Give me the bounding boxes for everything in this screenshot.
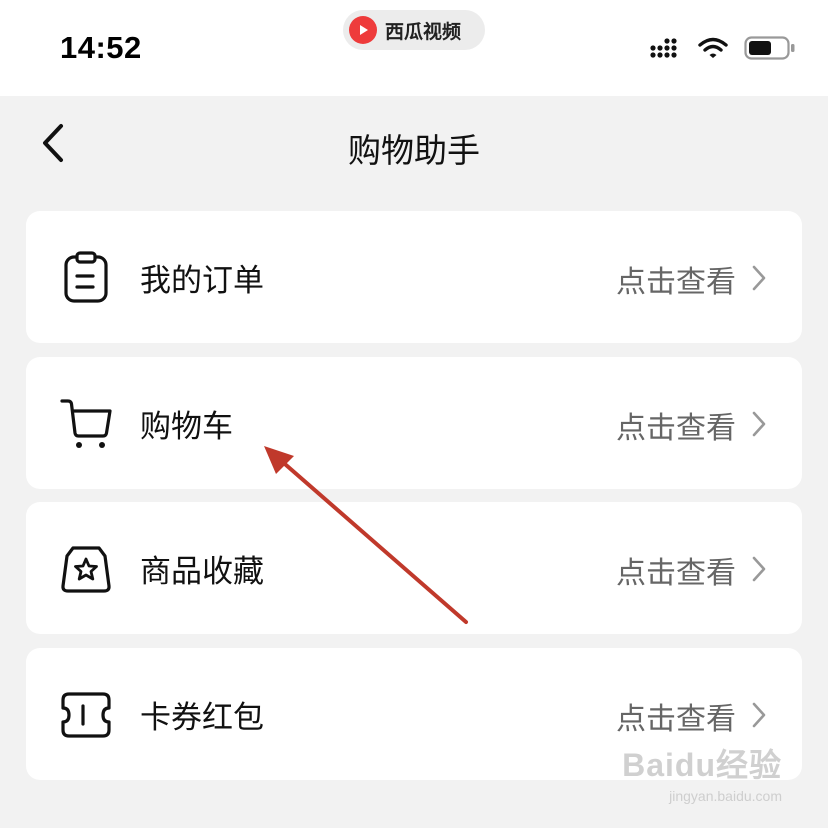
order-clipboard-icon bbox=[59, 251, 113, 305]
watermark-url: jingyan.baidu.com bbox=[669, 788, 782, 804]
watermark-main: Baidu经验 bbox=[622, 747, 782, 783]
app-name: 西瓜视频 bbox=[385, 20, 462, 43]
chevron-right-icon bbox=[752, 702, 766, 728]
xigua-logo-icon bbox=[349, 16, 377, 44]
chevron-right-icon bbox=[752, 556, 766, 582]
menu-item-cart[interactable]: 购物车 点击查看 bbox=[26, 357, 802, 489]
view-link[interactable]: 点击查看 bbox=[616, 548, 736, 592]
navigation-bar: 购物助手 bbox=[0, 96, 828, 196]
wifi-icon bbox=[698, 37, 728, 63]
menu-item-label: 我的订单 bbox=[140, 263, 264, 299]
menu-item-label: 商品收藏 bbox=[140, 554, 264, 590]
shopping-cart-icon bbox=[59, 397, 113, 451]
star-bag-icon bbox=[59, 542, 113, 596]
menu-item-orders[interactable]: 我的订单 点击查看 bbox=[26, 211, 802, 343]
menu-item-label: 卡券红包 bbox=[140, 700, 264, 736]
page-title: 购物助手 bbox=[348, 131, 480, 170]
app-indicator-pill[interactable]: 西瓜视频 bbox=[343, 10, 485, 50]
watermark: Baidu经验 jingyan.baidu.com bbox=[622, 740, 782, 804]
view-link[interactable]: 点击查看 bbox=[616, 403, 736, 447]
coupon-icon bbox=[59, 688, 113, 742]
battery-icon bbox=[744, 35, 796, 65]
menu-item-favorites[interactable]: 商品收藏 点击查看 bbox=[26, 502, 802, 634]
menu-item-label: 购物车 bbox=[140, 409, 233, 445]
view-link[interactable]: 点击查看 bbox=[616, 694, 736, 738]
status-bar: 14:52 西瓜视频 bbox=[0, 0, 828, 96]
chevron-right-icon bbox=[752, 411, 766, 437]
status-time: 14:52 bbox=[60, 30, 142, 65]
signal-icon bbox=[650, 37, 682, 63]
chevron-right-icon bbox=[752, 265, 766, 291]
status-icons bbox=[650, 35, 796, 65]
view-link[interactable]: 点击查看 bbox=[616, 257, 736, 301]
